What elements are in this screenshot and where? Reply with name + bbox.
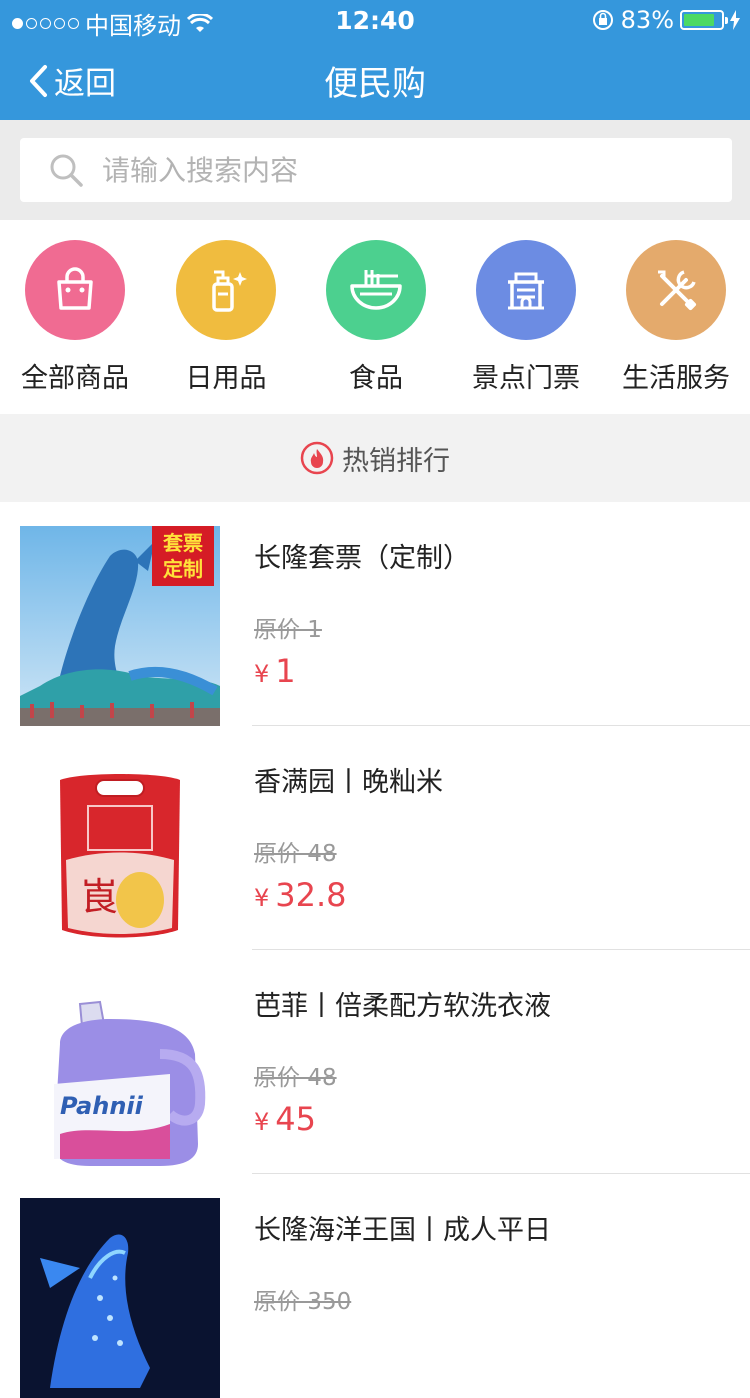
product-name[interactable]: 长隆套票（定制） <box>254 536 470 575</box>
svg-text:定制: 定制 <box>163 557 203 581</box>
nav-bar: 返回 便民购 <box>0 40 750 120</box>
hot-sales-label: 热销排行 <box>342 445 450 477</box>
svg-text:Pahnii: Pahnii <box>60 1092 144 1120</box>
search-area <box>0 120 750 220</box>
product-name[interactable]: 香满园丨晚籼米 <box>254 760 443 799</box>
search-icon <box>50 154 83 187</box>
currency-symbol: ¥ <box>254 884 270 912</box>
price-value: 45 <box>275 1100 316 1138</box>
price-value: 32.8 <box>275 876 347 914</box>
product-card[interactable]: 长隆海洋王国丨成人平日 原价 350 <box>0 1174 750 1398</box>
category-all-products[interactable]: 全部商品 <box>0 240 150 395</box>
search-input[interactable] <box>102 153 662 187</box>
category-label: 生活服务 <box>622 363 730 394</box>
category-food[interactable]: 食品 <box>301 240 451 395</box>
charging-icon <box>730 10 740 30</box>
currency-symbol: ¥ <box>254 660 270 688</box>
flame-icon <box>300 441 334 475</box>
search-box[interactable] <box>20 138 732 202</box>
tools-icon <box>626 240 726 340</box>
category-label: 食品 <box>349 363 403 394</box>
category-label: 全部商品 <box>21 363 129 394</box>
noodle-bowl-icon <box>326 240 426 340</box>
price-value: 1 <box>275 652 296 690</box>
hot-sales-header: 热销排行 <box>0 414 750 502</box>
spray-bottle-icon <box>176 240 276 340</box>
category-life-services[interactable]: 生活服务 <box>601 240 750 395</box>
product-price: ¥32.8 <box>254 876 347 914</box>
product-card[interactable]: Pahnii 芭菲丨倍柔配方软洗衣液 原价 48 ¥45 <box>0 950 750 1174</box>
product-image[interactable]: 套票 定制 <box>20 526 220 726</box>
ticket-gate-icon <box>476 240 576 340</box>
original-price: 原价 48 <box>254 841 337 867</box>
product-name[interactable]: 长隆海洋王国丨成人平日 <box>254 1208 551 1247</box>
page-title: 便民购 <box>324 64 426 104</box>
product-image[interactable]: 崀 <box>20 750 220 950</box>
category-label: 景点门票 <box>472 363 580 394</box>
category-daily-goods[interactable]: 日用品 <box>151 240 301 395</box>
product-image[interactable]: Pahnii <box>20 974 220 1174</box>
app-header: 中国移动 12:40 83% 返回 便民购 <box>0 0 750 120</box>
svg-text:崀: 崀 <box>80 875 118 919</box>
currency-symbol: ¥ <box>254 1108 270 1136</box>
product-price: ¥1 <box>254 652 296 690</box>
original-price: 原价 1 <box>254 617 322 643</box>
product-card[interactable]: 套票 定制 长隆套票（定制） 原价 1 ¥1 <box>0 502 750 726</box>
battery-icon <box>680 10 728 30</box>
battery-percent: 83% <box>620 6 674 34</box>
category-grid: 全部商品 日用品 食品 景点门票 生活服务 <box>0 220 750 414</box>
product-card[interactable]: 崀 香满园丨晚籼米 原价 48 ¥32.8 <box>0 726 750 950</box>
svg-text:套票: 套票 <box>163 531 203 555</box>
product-image[interactable] <box>20 1198 220 1398</box>
status-bar: 中国移动 12:40 83% <box>0 0 750 40</box>
shopping-bag-icon <box>25 240 125 340</box>
original-price: 原价 48 <box>254 1065 337 1091</box>
product-name[interactable]: 芭菲丨倍柔配方软洗衣液 <box>254 984 551 1023</box>
original-price: 原价 350 <box>254 1289 352 1315</box>
product-price: ¥45 <box>254 1100 316 1138</box>
rotation-lock-icon <box>592 10 613 30</box>
category-attraction-tickets[interactable]: 景点门票 <box>451 240 601 395</box>
category-label: 日用品 <box>185 363 267 394</box>
